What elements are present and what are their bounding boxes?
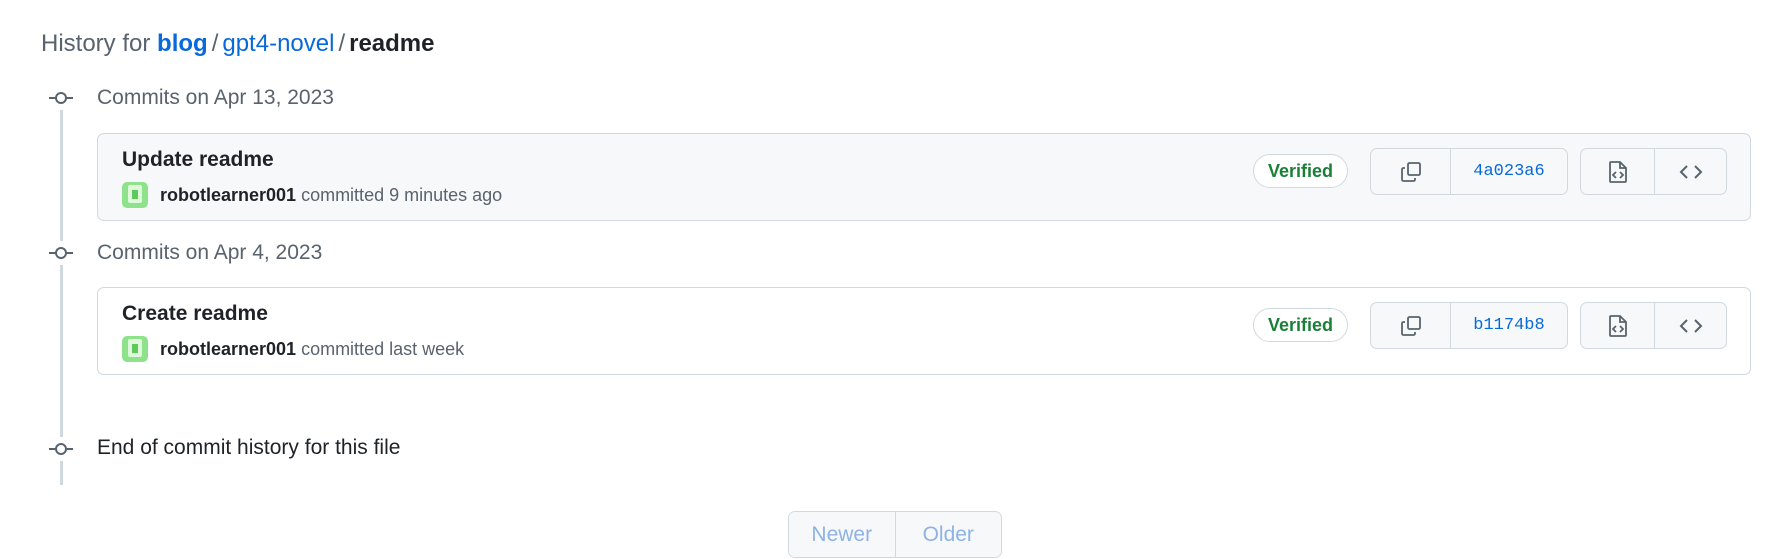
browse-files-button[interactable] (1581, 149, 1654, 194)
commit-meta: robotlearner001 committed last week (122, 336, 464, 362)
commit-time: committed 9 minutes ago (301, 184, 503, 205)
git-commit-icon (49, 241, 73, 265)
end-of-history-label: End of commit history for this file (97, 436, 401, 459)
breadcrumb-separator: / (211, 30, 219, 57)
commit-time: committed last week (301, 338, 465, 359)
git-commit-icon (49, 437, 73, 461)
title-prefix: History for (41, 30, 151, 57)
commit-row: Update readme robotlearner001 committed … (97, 133, 1751, 221)
page-title: History for blog / gpt4-novel / readme (41, 30, 435, 58)
code-icon (1679, 318, 1702, 333)
breadcrumb-separator: / (338, 30, 346, 57)
action-button-group (1580, 302, 1727, 349)
copy-sha-button[interactable] (1371, 303, 1450, 348)
newer-button[interactable]: Newer (789, 512, 895, 557)
commit-group-label: Commits on Apr 4, 2023 (97, 241, 323, 264)
folder-link[interactable]: gpt4-novel (222, 30, 334, 57)
verified-badge[interactable]: Verified (1253, 308, 1349, 342)
code-icon (1679, 164, 1702, 179)
commit-meta: robotlearner001 committed 9 minutes ago (122, 182, 502, 208)
verified-badge[interactable]: Verified (1253, 154, 1349, 188)
commit-row: Create readme robotlearner001 committed … (97, 287, 1751, 375)
commit-group-label: Commits on Apr 13, 2023 (97, 86, 334, 109)
file-code-icon (1608, 314, 1627, 337)
avatar[interactable] (122, 182, 148, 208)
older-button[interactable]: Older (894, 512, 1001, 557)
author-link[interactable]: robotlearner001 (160, 339, 296, 360)
copy-icon (1400, 161, 1421, 182)
commit-sha-link[interactable]: b1174b8 (1450, 303, 1567, 348)
sha-button-group: b1174b8 (1370, 302, 1568, 349)
author-link[interactable]: robotlearner001 (160, 185, 296, 206)
commit-title-link[interactable]: Create readme (122, 302, 268, 326)
commit-sha-link[interactable]: 4a023a6 (1450, 149, 1567, 194)
file-code-icon (1608, 160, 1627, 183)
sha-button-group: 4a023a6 (1370, 148, 1568, 195)
copy-icon (1400, 315, 1421, 336)
commit-title-link[interactable]: Update readme (122, 148, 274, 172)
repo-link[interactable]: blog (157, 30, 208, 57)
avatar[interactable] (122, 336, 148, 362)
pagination: Newer Older (788, 511, 1002, 558)
browse-files-button[interactable] (1581, 303, 1654, 348)
timeline-line (60, 87, 63, 485)
file-name: readme (349, 30, 435, 57)
git-commit-icon (49, 86, 73, 110)
action-button-group (1580, 148, 1727, 195)
view-code-button[interactable] (1654, 303, 1726, 348)
copy-sha-button[interactable] (1371, 149, 1450, 194)
view-code-button[interactable] (1654, 149, 1726, 194)
